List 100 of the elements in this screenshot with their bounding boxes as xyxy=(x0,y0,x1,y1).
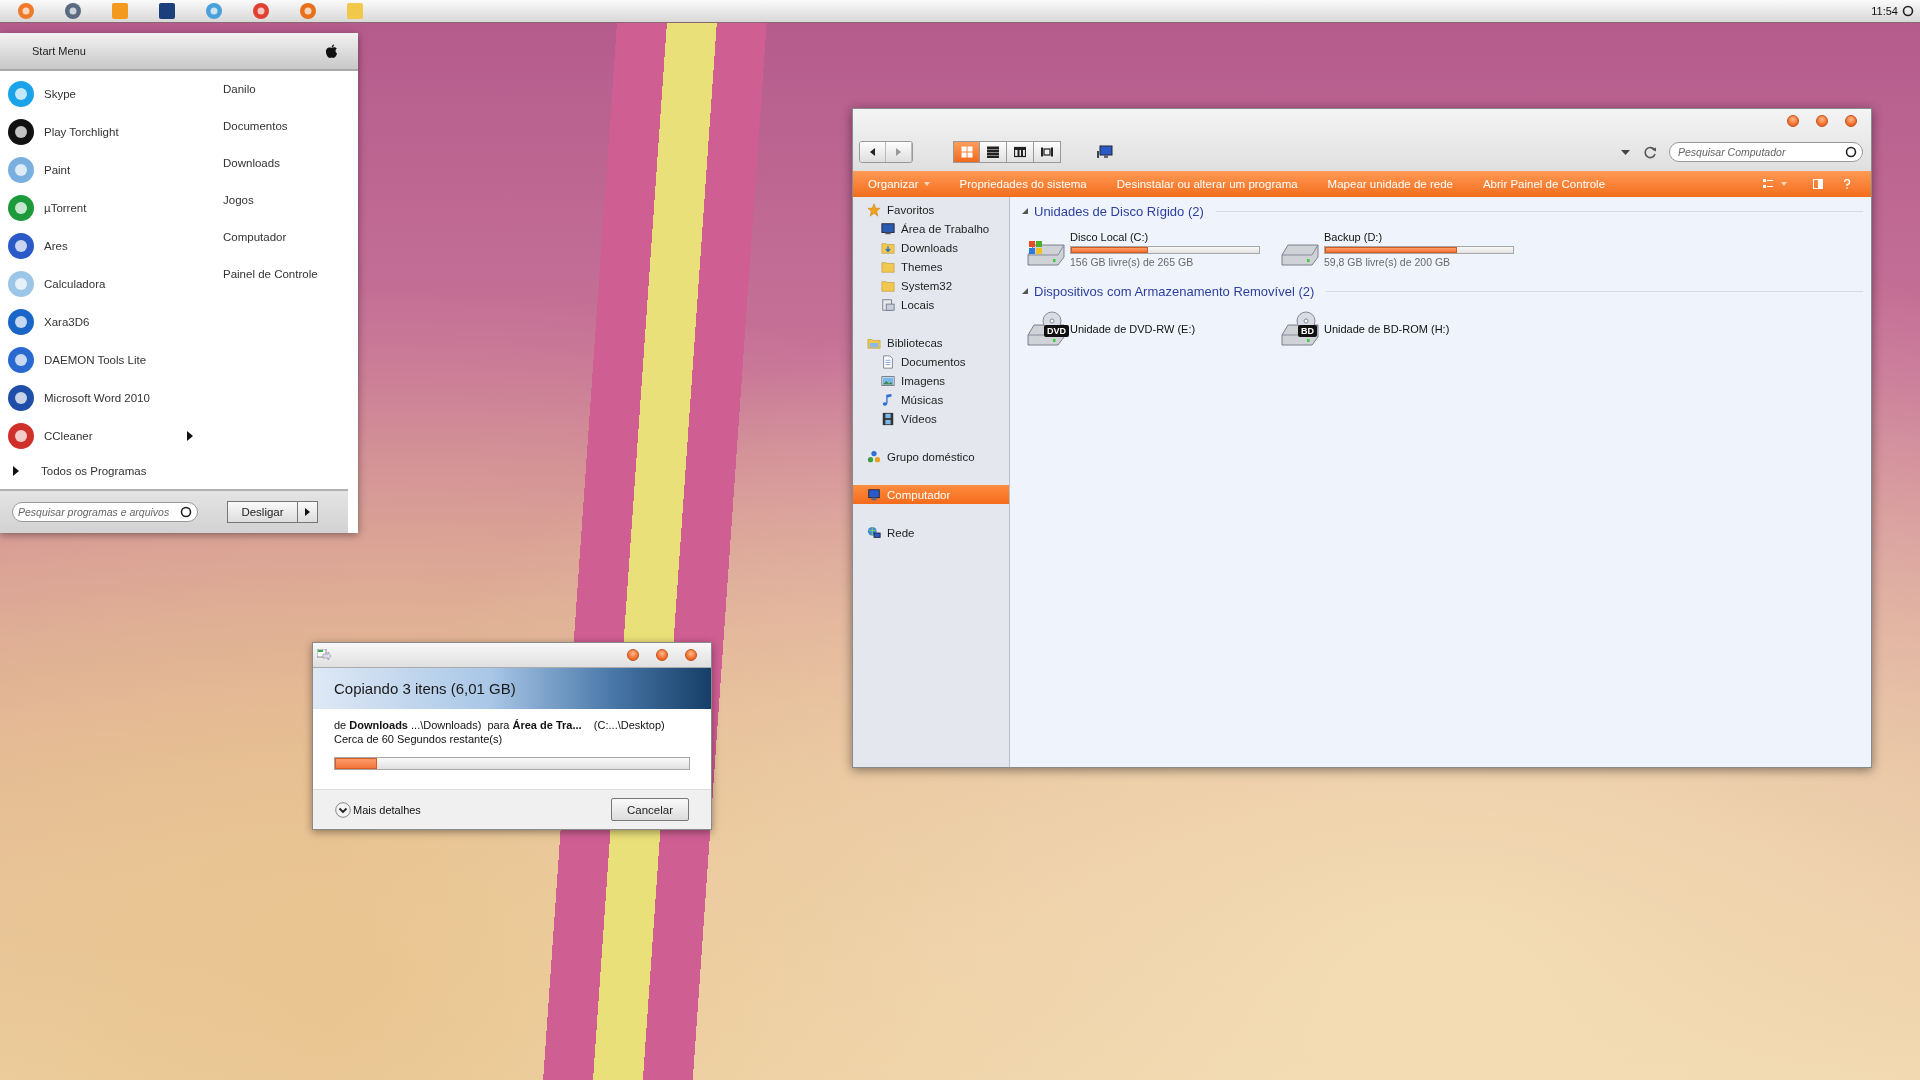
navigation-item[interactable]: Vídeos xyxy=(853,409,1009,428)
program-item[interactable]: Microsoft Word 2010 xyxy=(0,379,215,417)
navigation-item[interactable]: Área de Trabalho xyxy=(853,219,1009,238)
navigation-item[interactable]: Rede xyxy=(853,523,1009,542)
menu-link[interactable]: Documentos xyxy=(223,120,318,136)
music-note-icon xyxy=(881,392,895,407)
picture-icon xyxy=(881,373,895,388)
maximize-button[interactable] xyxy=(1816,115,1828,127)
clipboard-icon xyxy=(881,297,895,312)
app-icon xyxy=(6,117,36,147)
search-icon xyxy=(1845,146,1857,158)
program-item[interactable]: Paint xyxy=(0,151,215,189)
folder-icon xyxy=(881,240,895,255)
navigation-item[interactable]: Músicas xyxy=(853,390,1009,409)
monitor-icon xyxy=(867,487,881,502)
list-icon xyxy=(987,146,999,158)
expand-chevron-icon[interactable] xyxy=(335,801,351,818)
copy-icon xyxy=(317,649,331,661)
drive-item[interactable]: DVD Unidade de DVD-RW (E:) xyxy=(1026,305,1280,353)
tiles-view-button[interactable] xyxy=(1034,141,1061,163)
shutdown-button[interactable]: Desligar xyxy=(227,501,297,523)
apple-icon[interactable] xyxy=(325,43,338,59)
menu-link[interactable]: Jogos xyxy=(223,194,318,210)
all-programs-item[interactable]: Todos os Programas xyxy=(0,457,215,485)
collapse-arrow-icon[interactable] xyxy=(1022,208,1028,214)
drive-item[interactable]: Backup (D:) 59,8 GB livre(s) de 200 GB xyxy=(1280,225,1534,273)
back-arrow-icon xyxy=(870,148,875,156)
app-icon[interactable] xyxy=(251,1,271,21)
drive-item[interactable]: BD Unidade de BD-ROM (H:) xyxy=(1280,305,1534,353)
navigation-item[interactable]: Imagens xyxy=(853,371,1009,390)
navigation-item[interactable]: Downloads xyxy=(853,238,1009,257)
computer-icon[interactable] xyxy=(1097,144,1113,160)
program-item[interactable]: Calculadora xyxy=(0,265,215,303)
maximize-button[interactable] xyxy=(656,649,668,661)
menu-link[interactable]: Danilo xyxy=(223,83,318,99)
search-field[interactable]: Pesquisar Computador xyxy=(1669,142,1863,162)
app-icon xyxy=(6,345,36,375)
navigation-item[interactable]: Themes xyxy=(853,257,1009,276)
drive-name: Unidade de BD-ROM (H:) xyxy=(1324,323,1450,335)
details-view-button[interactable] xyxy=(1007,141,1034,163)
collapse-arrow-icon[interactable] xyxy=(1022,288,1028,294)
drive-item[interactable]: Disco Local (C:) 156 GB livre(s) de 265 GB xyxy=(1026,225,1280,273)
search-icon[interactable] xyxy=(1902,5,1914,17)
close-button[interactable] xyxy=(1845,115,1857,127)
view-options-icon[interactable] xyxy=(1763,179,1773,189)
menu-title: Start Menu xyxy=(32,45,86,57)
app-icon xyxy=(6,269,36,299)
back-button[interactable] xyxy=(860,142,886,162)
app-icon[interactable] xyxy=(63,1,83,21)
minimize-button[interactable] xyxy=(627,649,639,661)
program-item[interactable]: DAEMON Tools Lite xyxy=(0,341,215,379)
globe-icon xyxy=(867,525,881,540)
time-remaining-text: Cerca de 60 Segundos restante(s) xyxy=(334,733,504,745)
group-heading[interactable]: Dispositivos com Armazenamento Removível (2) xyxy=(1034,283,1315,299)
app-icon xyxy=(6,231,36,261)
star-icon xyxy=(867,202,881,217)
navigation-item[interactable]: Documentos xyxy=(853,352,1009,371)
program-item[interactable]: Xara3D6 xyxy=(0,303,215,341)
hard-drive-icon xyxy=(1281,244,1319,266)
dropdown-caret-icon[interactable] xyxy=(1621,149,1630,155)
monitor-icon xyxy=(881,221,895,236)
navigation-item[interactable]: Grupo doméstico xyxy=(853,447,1009,466)
preview-pane-icon[interactable] xyxy=(1813,179,1823,189)
navigation-item[interactable]: System32 xyxy=(853,276,1009,295)
drive-type-label: DVD xyxy=(1044,325,1069,337)
columns-icon xyxy=(1014,146,1026,158)
navigation-item[interactable]: Locais xyxy=(853,295,1009,314)
folder-icon xyxy=(881,278,895,293)
navigation-item[interactable]: Favoritos xyxy=(853,200,1009,219)
app-icon xyxy=(6,421,36,451)
list-view-button[interactable] xyxy=(980,141,1007,163)
close-button[interactable] xyxy=(685,649,697,661)
search-field[interactable]: Pesquisar programas e arquivos xyxy=(12,502,198,522)
program-item[interactable]: Ares xyxy=(0,227,215,265)
program-item[interactable]: CCleaner xyxy=(0,417,215,455)
group-heading[interactable]: Unidades de Disco Rígido (2) xyxy=(1034,203,1204,219)
help-icon[interactable] xyxy=(1843,179,1851,189)
menu-link[interactable]: Downloads xyxy=(223,157,318,173)
copy-route-text: de Downloads ...\Downloads) para Área de Tra... (C:...\Desktop) xyxy=(334,719,666,731)
app-icon xyxy=(6,383,36,413)
app-icon xyxy=(6,155,36,185)
refresh-icon[interactable] xyxy=(1644,145,1657,159)
details-link[interactable]: Mais detalhes xyxy=(353,803,421,816)
minimize-button[interactable] xyxy=(1787,115,1799,127)
program-item[interactable]: Play Torchlight xyxy=(0,113,215,151)
grid-icon xyxy=(960,146,973,158)
tiles-icon xyxy=(1041,146,1053,158)
cancel-button[interactable]: Cancelar xyxy=(611,798,689,821)
forward-arrow-icon xyxy=(896,148,901,156)
free-space-text: 156 GB livre(s) de 265 GB xyxy=(1070,255,1195,268)
film-icon xyxy=(881,411,895,426)
shutdown-options-button[interactable] xyxy=(297,501,318,523)
app-icon xyxy=(6,79,36,109)
menu-link[interactable]: Computador xyxy=(223,231,318,247)
app-icon[interactable] xyxy=(157,1,177,21)
program-item[interactable]: µTorrent xyxy=(0,189,215,227)
menu-link[interactable]: Painel de Controle xyxy=(223,268,318,284)
program-item[interactable]: Skype xyxy=(0,75,215,113)
free-space-text: 59,8 GB livre(s) de 200 GB xyxy=(1324,255,1452,268)
navigation-item[interactable]: Bibliotecas xyxy=(853,333,1009,352)
